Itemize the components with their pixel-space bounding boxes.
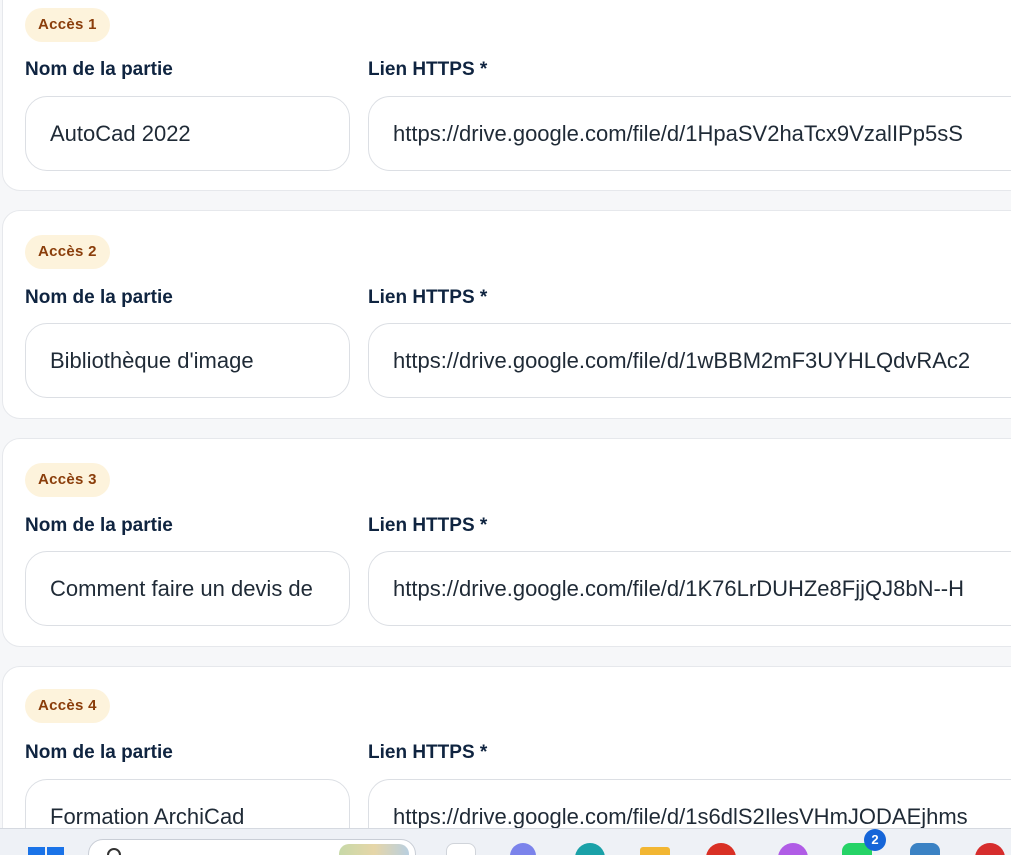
url-label: Lien HTTPS * <box>368 742 488 763</box>
part-name-input[interactable]: Bibliothèque d'image <box>25 323 350 398</box>
search-icon <box>107 848 121 855</box>
access-badge: Accès 4 <box>25 689 110 723</box>
app-icon[interactable] <box>975 843 1005 855</box>
page: Accès 1 Nom de la partie Lien HTTPS * Au… <box>0 0 1011 855</box>
windows-start-icon[interactable] <box>28 847 64 855</box>
access-badge: Accès 1 <box>25 8 110 42</box>
chrome-icon[interactable] <box>706 843 736 855</box>
name-label: Nom de la partie <box>25 742 173 763</box>
search-highlight-image <box>339 844 409 855</box>
taskbar-search-box[interactable] <box>88 839 416 855</box>
notification-badge: 2 <box>864 829 886 851</box>
https-link-input[interactable]: https://drive.google.com/file/d/1K76LrDU… <box>368 551 1011 626</box>
url-label: Lien HTTPS * <box>368 515 488 536</box>
access-badge: Accès 2 <box>25 235 110 269</box>
access-card-3: Accès 3 Nom de la partie Lien HTTPS * Co… <box>2 438 1011 647</box>
task-view-icon[interactable] <box>446 843 476 855</box>
https-link-input[interactable]: https://drive.google.com/file/d/1wBBM2mF… <box>368 323 1011 398</box>
access-card-4: Accès 4 Nom de la partie Lien HTTPS * Fo… <box>2 666 1011 855</box>
edge-icon[interactable] <box>575 843 605 855</box>
part-name-input[interactable]: AutoCad 2022 <box>25 96 350 171</box>
taskbar: 2 <box>0 828 1011 855</box>
name-label: Nom de la partie <box>25 59 173 80</box>
url-label: Lien HTTPS * <box>368 59 488 80</box>
https-link-input[interactable]: https://drive.google.com/file/d/1HpaSV2h… <box>368 96 1011 171</box>
copilot-icon[interactable] <box>778 843 808 855</box>
url-label: Lien HTTPS * <box>368 287 488 308</box>
file-explorer-icon[interactable] <box>640 847 670 855</box>
access-card-1: Accès 1 Nom de la partie Lien HTTPS * Au… <box>2 0 1011 191</box>
teams-icon[interactable] <box>510 843 536 855</box>
name-label: Nom de la partie <box>25 287 173 308</box>
access-card-2: Accès 2 Nom de la partie Lien HTTPS * Bi… <box>2 210 1011 419</box>
name-label: Nom de la partie <box>25 515 173 536</box>
part-name-input[interactable]: Comment faire un devis de <box>25 551 350 626</box>
access-badge: Accès 3 <box>25 463 110 497</box>
notepad-icon[interactable] <box>910 843 940 855</box>
